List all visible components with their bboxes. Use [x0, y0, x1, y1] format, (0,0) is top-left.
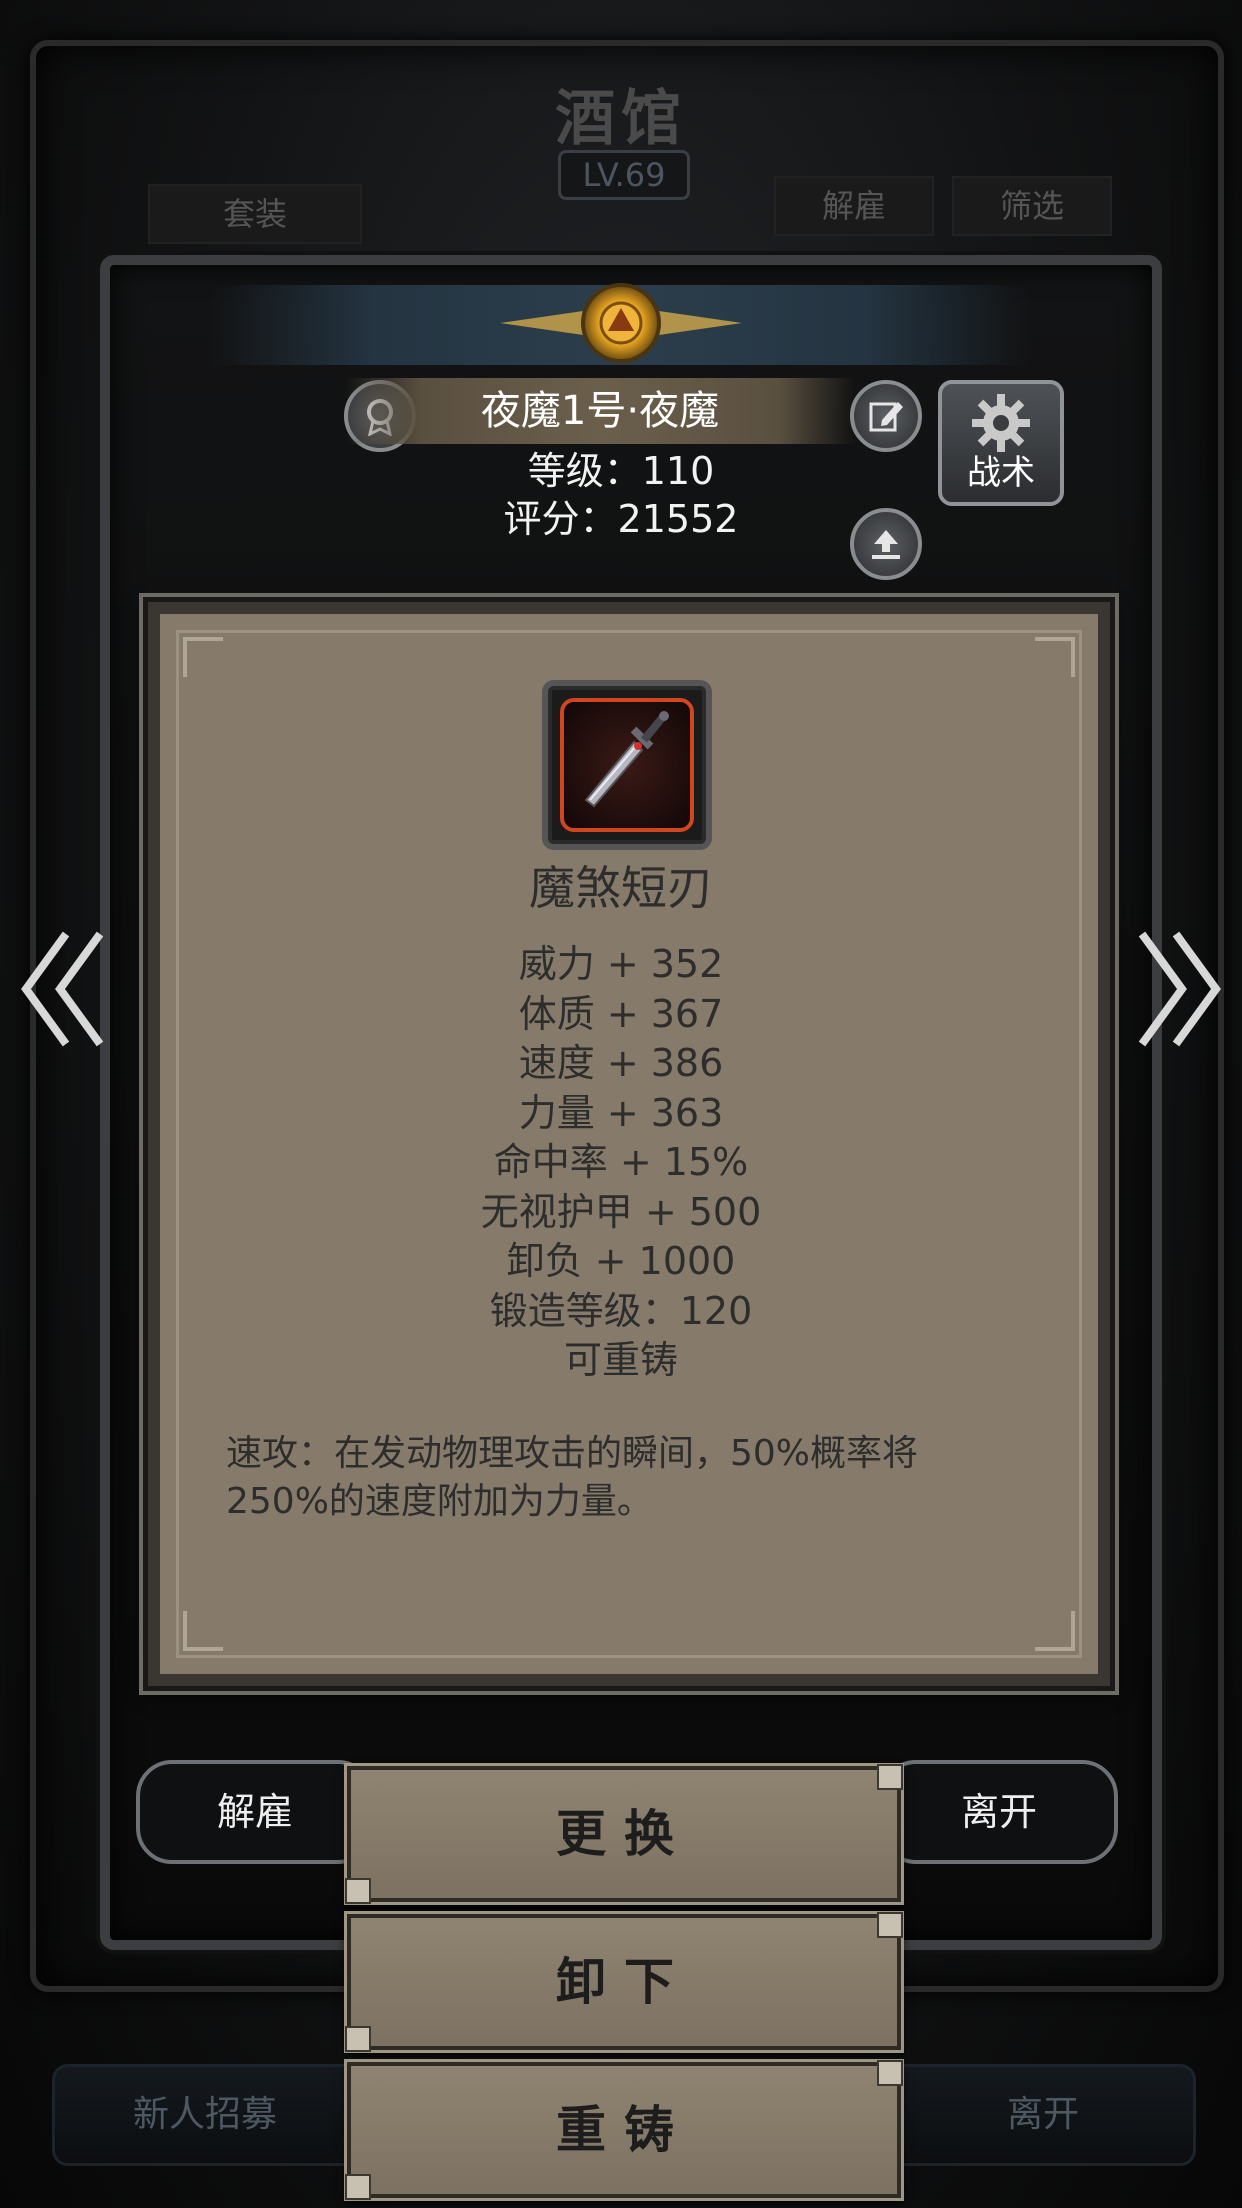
tavern-title: 酒馆 [555, 84, 687, 154]
corner-ornament [345, 1878, 371, 1904]
recruit-button[interactable]: 新人招募 [52, 2064, 358, 2166]
replace-label: 更换 [556, 1805, 692, 1863]
bg-dismiss-button[interactable]: 解雇 [774, 176, 934, 236]
character-name: 夜魔1号·夜魔 [345, 378, 855, 444]
item-skill-description: 速攻：在发动物理攻击的瞬间，50%概率将250%的速度附加为力量。 [226, 1433, 919, 1522]
unequip-label: 卸下 [556, 1953, 692, 2011]
corner-ornament [877, 2060, 903, 2086]
corner-ornament [877, 1764, 903, 1790]
attribute-line: 可重铸 [563, 1338, 678, 1382]
attribute-line: 无视护甲 + 500 [480, 1189, 762, 1234]
attribute-line: 力量 + 363 [518, 1090, 724, 1135]
filter-button[interactable]: 筛选 [952, 176, 1112, 236]
replace-button[interactable]: 更换 [345, 1764, 903, 1904]
edit-icon [869, 402, 903, 432]
item-name: 魔煞短刃 [529, 861, 713, 915]
corner-ornament [1035, 1611, 1075, 1651]
corner-ornament [183, 1611, 223, 1651]
attribute-line: 威力 + 352 [518, 942, 724, 986]
leave-button[interactable]: 离开 [880, 1760, 1118, 1864]
corner-ornament [877, 1912, 903, 1938]
attribute-line: 命中率 + 15% [493, 1140, 749, 1184]
attribute-line: 卸负 + 1000 [506, 1239, 736, 1283]
item-icon-slot [560, 698, 694, 832]
item-icon-frame [542, 680, 712, 850]
dagger-icon [584, 711, 669, 808]
tactics-button[interactable]: 战术 [938, 380, 1064, 506]
corner-ornament [345, 2174, 371, 2200]
bg-leave-button[interactable]: 离开 [890, 2064, 1196, 2166]
emblem-icon [500, 283, 742, 363]
tavern-level-badge: LV.69 [558, 150, 690, 200]
upload-icon [872, 530, 900, 559]
corner-ornament [183, 637, 223, 677]
reforge-button[interactable]: 重铸 [345, 2060, 903, 2200]
unequip-button[interactable]: 卸下 [345, 1912, 903, 2052]
attribute-line: 锻造等级：120 [489, 1288, 753, 1333]
suit-button[interactable]: 套装 [148, 184, 362, 244]
attribute-line: 体质 + 367 [518, 991, 724, 1036]
corner-ornament [1035, 637, 1075, 677]
attribute-line: 速度 + 386 [518, 1041, 724, 1085]
corner-ornament [345, 2026, 371, 2052]
item-attribute-list: 威力 + 352 体质 + 367 速度 + 386 力量 + 363 命中率 … [0, 940, 1242, 1386]
tactics-label: 战术 [967, 453, 1035, 493]
upload-button[interactable] [850, 508, 922, 580]
reforge-label: 重铸 [556, 2101, 692, 2159]
dismiss-button[interactable]: 解雇 [136, 1760, 374, 1864]
